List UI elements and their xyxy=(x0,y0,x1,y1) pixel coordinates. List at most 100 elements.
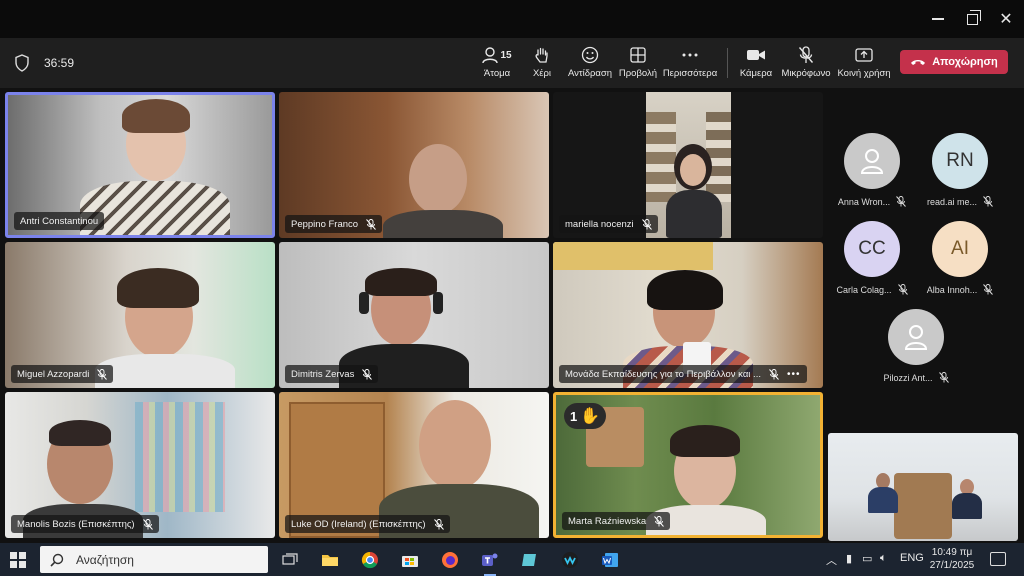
store-app[interactable] xyxy=(398,548,422,572)
clock-date: 27/1/2025 xyxy=(929,560,975,571)
avatar xyxy=(844,133,900,189)
task-view-button[interactable] xyxy=(278,548,302,572)
camera-button[interactable]: Κάμερα xyxy=(739,44,773,84)
roster-item-alba[interactable]: AI Alba Innoh... xyxy=(920,221,1000,295)
video-tile-mariella[interactable]: mariella nocenzi xyxy=(553,92,823,238)
search-icon xyxy=(50,553,64,567)
taskbar-search-box[interactable]: Αναζήτηση xyxy=(40,546,268,573)
participant-name-tag: Luke OD (Ireland) (Επισκέπτης) xyxy=(285,515,450,533)
roster-item-anna[interactable]: Anna Wron... xyxy=(832,133,912,207)
notes-icon xyxy=(522,554,536,566)
folder-icon xyxy=(322,555,338,566)
meeting-timer: 36:59 xyxy=(44,56,75,70)
notification-center-icon[interactable] xyxy=(990,552,1006,566)
restore-icon xyxy=(966,9,981,25)
self-view-video[interactable] xyxy=(828,433,1018,541)
camera-icon xyxy=(747,50,765,60)
participant-name-tag: Miguel Azzopardi xyxy=(11,365,114,383)
tile-more-icon[interactable]: ••• xyxy=(787,369,801,380)
tray-overflow-icon[interactable]: ︿ xyxy=(826,552,837,568)
camera-label: Κάμερα xyxy=(739,68,773,79)
video-tile-manolis[interactable]: Manolis Bozis (Επισκέπτης) xyxy=(5,392,275,538)
hand-label: Χέρι xyxy=(532,68,552,79)
windows-taskbar: Αναζήτηση ︿ ▮ ▭ 🔈︎ ENG 10:49 πμ 27/1/202… xyxy=(0,543,1024,576)
raise-hand-button[interactable]: Χέρι xyxy=(530,44,554,84)
people-count: 15 xyxy=(500,49,512,61)
close-button[interactable]: ✕ xyxy=(992,8,1020,30)
clock-time: 10:49 πμ xyxy=(931,547,973,558)
people-button[interactable]: 15 Άτομα xyxy=(480,44,514,84)
input-language[interactable]: ENG xyxy=(900,552,924,564)
participant-name-tag: Antri Constantinou xyxy=(14,212,105,230)
notes-app[interactable] xyxy=(518,548,542,572)
leave-button[interactable]: Αποχώρηση xyxy=(900,50,1008,74)
participant-name-tag: Peppino Franco xyxy=(285,215,383,233)
mic-off-icon xyxy=(654,515,665,527)
shield-icon[interactable] xyxy=(14,54,30,72)
emoji-icon xyxy=(581,46,599,64)
hang-up-icon xyxy=(911,60,926,65)
mic-off-icon xyxy=(938,372,949,383)
windows-logo-icon xyxy=(10,552,17,559)
more-button[interactable]: Περισσότερα xyxy=(662,44,718,84)
usb-icon[interactable]: ▮ xyxy=(846,552,852,565)
video-stage: Antri Constantinou Peppino Franco mariel… xyxy=(0,88,1024,543)
people-label: Άτομα xyxy=(483,68,511,79)
mic-off-icon xyxy=(896,196,907,207)
taskbar-clock[interactable]: 10:49 πμ 27/1/2025 xyxy=(928,546,976,572)
view-button[interactable]: Προβολή xyxy=(619,44,657,84)
close-icon: ✕ xyxy=(999,11,1013,28)
video-tile-luke[interactable]: Luke OD (Ireland) (Επισκέπτης) xyxy=(279,392,549,538)
roster-item-readai[interactable]: RN read.ai me... xyxy=(920,133,1000,207)
video-tile-antri[interactable]: Antri Constantinou xyxy=(5,92,275,238)
meeting-toolbar: 36:59 15 Άτομα Χέρι Αντίδραση Προβολή Πε… xyxy=(0,38,1024,88)
teams-meeting-window: ✕ 36:59 15 Άτομα Χέρι Αντίδραση Προβολή … xyxy=(0,0,1024,576)
mic-off-icon xyxy=(366,218,376,230)
mic-off-icon xyxy=(641,218,652,230)
participant-name-tag: Manolis Bozis (Επισκέπτης) xyxy=(11,515,159,533)
microphone-button[interactable]: Μικρόφωνο xyxy=(781,44,831,84)
word-app[interactable] xyxy=(598,548,622,572)
person-icon xyxy=(860,149,884,174)
mic-off-icon xyxy=(433,518,444,530)
mic-label: Μικρόφωνο xyxy=(781,68,831,79)
roster-item-pilozzi[interactable]: Pilozzi Ant... xyxy=(876,309,956,383)
avatar: RN xyxy=(932,133,988,189)
share-label: Κοινή χρήση xyxy=(837,68,891,79)
file-explorer-app[interactable] xyxy=(318,548,342,572)
video-tile-monada[interactable]: Μονάδα Εκπαίδευσης για το Περιβάλλον και… xyxy=(553,242,823,388)
avatar: AI xyxy=(932,221,988,277)
word-icon xyxy=(602,553,618,567)
video-tile-miguel[interactable]: Miguel Azzopardi xyxy=(5,242,275,388)
mic-off-icon xyxy=(97,368,108,380)
leave-label: Αποχώρηση xyxy=(932,56,998,68)
avatar: CC xyxy=(844,221,900,277)
react-button[interactable]: Αντίδραση xyxy=(568,44,612,84)
video-tile-dimitris[interactable]: Dimitris Zervas xyxy=(279,242,549,388)
share-button[interactable]: Κοινή χρήση xyxy=(837,44,891,84)
windows-start-button[interactable] xyxy=(10,552,26,568)
more-label: Περισσότερα xyxy=(662,68,718,79)
mic-off-icon xyxy=(983,284,994,295)
webex-app[interactable] xyxy=(558,548,582,572)
volume-icon[interactable]: 🔈︎ xyxy=(880,552,887,565)
mic-off-icon xyxy=(897,284,908,295)
teams-icon xyxy=(482,553,498,566)
video-tile-marta[interactable]: 1 ✋ Marta Raźniewska xyxy=(553,392,823,538)
minimize-button[interactable] xyxy=(924,8,952,30)
search-placeholder: Αναζήτηση xyxy=(76,552,134,567)
teams-app[interactable] xyxy=(478,548,502,576)
raised-hand-badge: 1 ✋ xyxy=(564,403,607,429)
chrome-app[interactable] xyxy=(358,548,382,572)
video-tile-peppino[interactable]: Peppino Franco xyxy=(279,92,549,238)
maximize-button[interactable] xyxy=(958,8,986,30)
avatar xyxy=(888,309,944,365)
raised-hand-icon: ✋ xyxy=(580,408,601,425)
participant-video xyxy=(646,92,731,238)
react-label: Αντίδραση xyxy=(567,68,613,79)
task-view-icon xyxy=(282,553,298,565)
battery-icon[interactable]: ▭ xyxy=(862,552,872,565)
hand-icon xyxy=(535,47,548,63)
roster-item-carla[interactable]: CC Carla Colag... xyxy=(832,221,912,295)
firefox-app[interactable] xyxy=(438,548,462,572)
